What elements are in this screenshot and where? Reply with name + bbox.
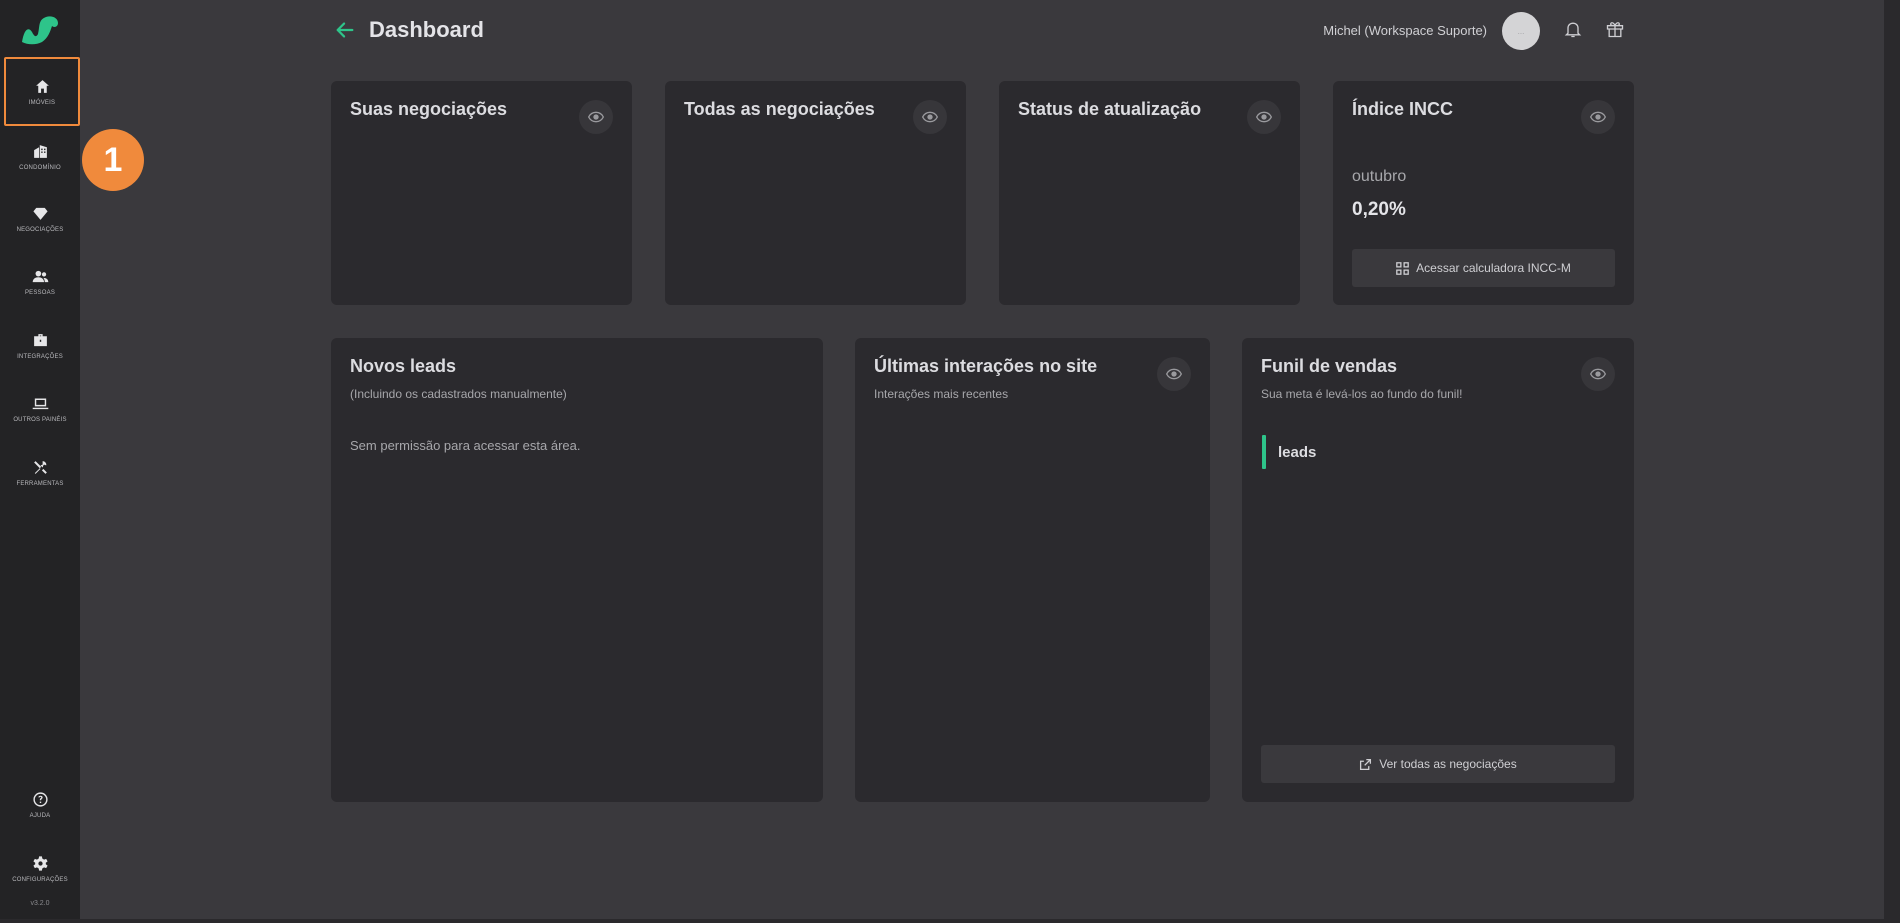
external-link-icon — [1360, 758, 1372, 770]
card-title: Novos leads — [350, 356, 457, 376]
card-ultimas-interacoes: Últimas interações no site Interações ma… — [855, 338, 1210, 802]
sidebar-item-ajuda[interactable]: AJUDA — [0, 775, 80, 835]
briefcase-icon — [33, 334, 47, 347]
eye-icon — [588, 111, 604, 123]
notification-bell-icon[interactable] — [1563, 19, 1583, 39]
card-title: Funil de vendas — [1261, 356, 1398, 376]
button-label: Acessar calculadora INCC-M — [1416, 261, 1571, 275]
card-subtitle: Interações mais recentes — [874, 387, 1009, 401]
sidebar-item-label: CONDOMÍNIO — [19, 165, 61, 171]
sidebar-item-label: AJUDA — [29, 813, 51, 819]
diamond-icon — [32, 207, 48, 220]
card-title: Índice INCC — [1352, 99, 1454, 119]
eye-icon — [1256, 111, 1272, 123]
eye-icon — [1166, 368, 1182, 380]
incc-calculator-button[interactable]: Acessar calculadora INCC-M — [1352, 249, 1615, 287]
funnel-stage[interactable]: leads — [1262, 435, 1316, 469]
incc-value: 0,20% — [1352, 199, 1406, 220]
gear-icon — [32, 856, 48, 871]
eye-icon — [1590, 368, 1606, 380]
card-funil-vendas: Funil de vendas Sua meta é levá-los ao f… — [1242, 338, 1634, 802]
card-status-atualizacao: Status de atualização — [999, 81, 1300, 305]
view-all-negotiations-button[interactable]: Ver todas as negociações — [1261, 745, 1615, 783]
user-name[interactable]: Michel (Workspace Suporte) — [1323, 23, 1487, 38]
scrollbar-track[interactable] — [1884, 0, 1900, 923]
tools-icon — [33, 461, 47, 474]
home-icon — [35, 79, 49, 93]
help-icon — [32, 792, 48, 807]
card-suas-negociacoes: Suas negociações — [331, 81, 632, 305]
visibility-toggle-button[interactable] — [1247, 100, 1281, 134]
card-title: Suas negociações — [350, 99, 508, 119]
step-annotation-badge: 1 — [82, 129, 144, 191]
card-todas-negociacoes: Todas as negociações — [665, 81, 966, 305]
laptop-icon — [32, 398, 48, 410]
sidebar-item-label: CONFIGURAÇÕES — [12, 877, 68, 883]
eye-icon — [922, 111, 938, 123]
visibility-toggle-button[interactable] — [579, 100, 613, 134]
sidebar-item-label: FERRAMENTAS — [16, 481, 64, 487]
page-title: Dashboard — [369, 17, 484, 42]
calculator-grid-icon — [1396, 261, 1409, 275]
sidebar-item-label: IMÓVEIS — [28, 99, 56, 106]
app-version: v3.2.0 — [30, 900, 50, 907]
visibility-toggle-button[interactable] — [1157, 357, 1191, 391]
sidebar-item-label: NEGOCIAÇÕES — [16, 227, 64, 233]
sidebar-item-imoveis[interactable]: IMÓVEIS — [4, 57, 80, 126]
button-label: Ver todas as negociações — [1379, 757, 1517, 771]
visibility-toggle-button[interactable] — [1581, 100, 1615, 134]
sidebar-item-negociacoes[interactable]: NEGOCIAÇÕES — [0, 189, 80, 249]
card-indice-incc: Índice INCC outubro 0,20% Acessar calcul… — [1333, 81, 1634, 305]
sidebar-item-configuracoes[interactable]: CONFIGURAÇÕES — [0, 839, 80, 899]
window-bottom-edge — [0, 919, 1900, 923]
sidebar-item-label: OUTROS PAINÉIS — [13, 417, 67, 423]
card-title: Todas as negociações — [684, 99, 875, 119]
card-novos-leads: Novos leads (Incluindo os cadastrados ma… — [331, 338, 823, 802]
gift-icon[interactable] — [1605, 19, 1625, 39]
people-icon — [32, 270, 48, 283]
back-arrow-icon[interactable] — [334, 19, 356, 41]
sidebar-item-integracoes[interactable]: INTEGRAÇÕES — [0, 316, 80, 376]
card-title: Status de atualização — [1018, 99, 1202, 119]
sidebar-item-condominio[interactable]: CONDOMÍNIO — [0, 127, 80, 187]
eye-icon — [1590, 111, 1606, 123]
card-subtitle: Sua meta é levá-los ao fundo do funil! — [1261, 387, 1463, 401]
funnel-stage-bar — [1262, 435, 1266, 469]
sidebar: IMÓVEIS CONDOMÍNIO NEGOCIAÇÕES PESSOAS I… — [0, 0, 80, 923]
app-logo[interactable] — [18, 12, 62, 46]
sidebar-item-ferramentas[interactable]: FERRAMENTAS — [0, 443, 80, 503]
permission-message: Sem permissão para acessar esta área. — [350, 438, 581, 453]
funnel-stage-label: leads — [1278, 443, 1317, 461]
building-icon — [33, 145, 47, 158]
avatar[interactable]: ... — [1502, 12, 1540, 50]
card-title: Últimas interações no site — [874, 356, 1098, 376]
sidebar-item-label: INTEGRAÇÕES — [17, 354, 63, 360]
visibility-toggle-button[interactable] — [913, 100, 947, 134]
visibility-toggle-button[interactable] — [1581, 357, 1615, 391]
sidebar-item-outros-paineis[interactable]: OUTROS PAINÉIS — [0, 379, 80, 439]
incc-month: outubro — [1352, 168, 1407, 185]
sidebar-item-label: PESSOAS — [24, 290, 56, 296]
card-subtitle: (Incluindo os cadastrados manualmente) — [350, 387, 567, 401]
sidebar-item-pessoas[interactable]: PESSOAS — [0, 252, 80, 312]
